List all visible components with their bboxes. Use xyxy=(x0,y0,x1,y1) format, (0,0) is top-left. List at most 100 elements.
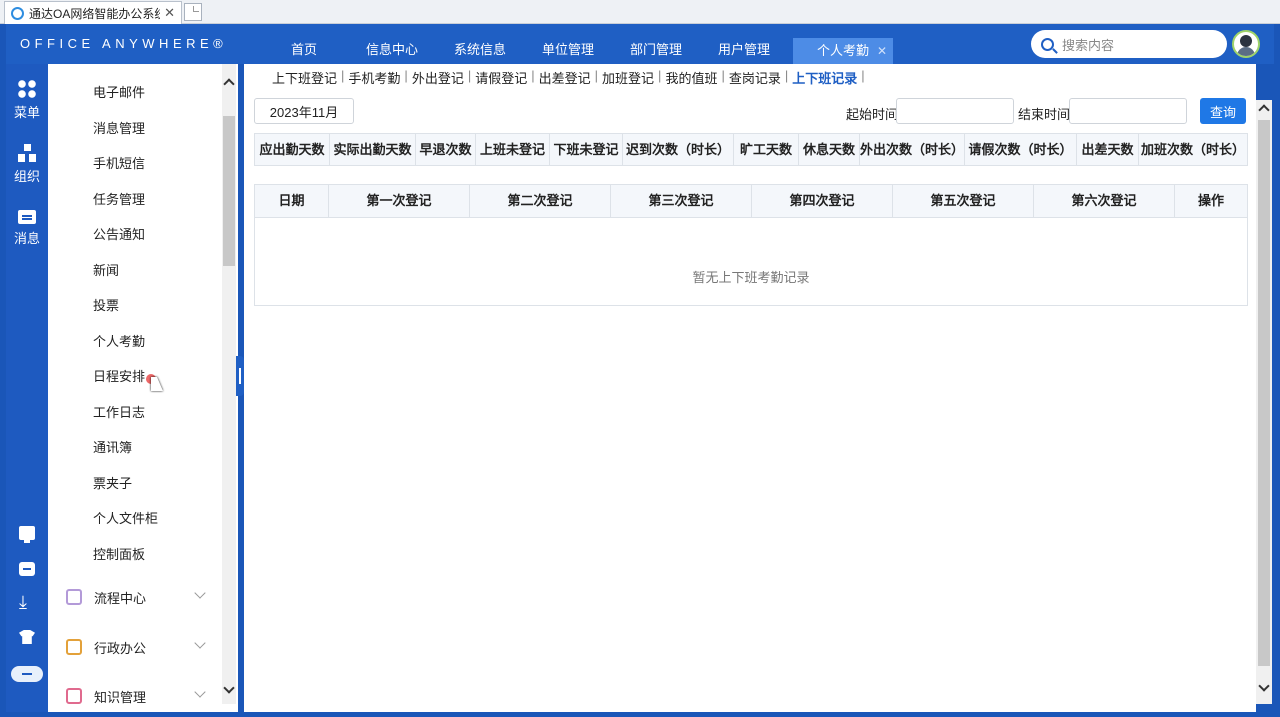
stat-header: 应出勤天数 xyxy=(255,134,330,165)
end-time-input[interactable] xyxy=(1069,98,1187,124)
search-input[interactable]: 搜索内容 xyxy=(1031,30,1227,58)
subtab-outing[interactable]: 外出登记 xyxy=(410,68,466,87)
chevron-down-icon xyxy=(194,587,206,599)
menu-item-attendance[interactable]: 个人考勤 xyxy=(93,331,145,350)
month-selector[interactable]: 2023年11月 xyxy=(254,98,354,124)
scroll-up-icon[interactable] xyxy=(1258,104,1270,116)
workflow-icon xyxy=(66,589,82,605)
menu-item-ticket-folder[interactable]: 票夹子 xyxy=(93,473,132,492)
subtab-business-trip[interactable]: 出差登记 xyxy=(537,68,593,87)
left-icon-rail: 菜单 组织 消息 xyxy=(6,64,48,712)
monitor-icon[interactable] xyxy=(19,526,35,543)
close-icon[interactable]: ✕ xyxy=(877,38,887,64)
menu-item-address-book[interactable]: 通讯簿 xyxy=(93,437,132,456)
menu-item-task-manage[interactable]: 任务管理 xyxy=(93,189,145,208)
subtab-leave[interactable]: 请假登记 xyxy=(473,68,529,87)
menu-item-schedule[interactable]: 日程安排 xyxy=(93,366,145,385)
org-icon xyxy=(18,144,36,162)
document-icon[interactable] xyxy=(19,562,35,576)
content-scroll-thumb[interactable] xyxy=(1258,120,1270,666)
nav-tab-personal-attendance[interactable]: 个人考勤 ✕ xyxy=(793,38,893,64)
briefcase-icon xyxy=(66,639,82,655)
menu-group-label: 行政办公 xyxy=(94,640,147,656)
separator: | xyxy=(341,68,345,83)
rail-menu[interactable]: 菜单 xyxy=(6,80,48,121)
subtab-mobile-attendance[interactable]: 手机考勤 xyxy=(346,68,402,87)
nav-tab-label: 个人考勤 xyxy=(816,43,869,58)
nav-info-center[interactable]: 信息中心 xyxy=(348,24,436,64)
main-content: 上下班登记 | 手机考勤 | 外出登记 | 请假登记 | 出差登记 | 加班登记 | 我的值… xyxy=(244,64,1256,712)
stat-header: 上班未登记 xyxy=(476,134,550,165)
menu-group-knowledge[interactable]: 知识管理 xyxy=(66,684,226,708)
subtab-my-duty[interactable]: 我的值班 xyxy=(663,68,719,87)
grid-icon xyxy=(18,80,36,98)
download-icon[interactable] xyxy=(19,593,35,612)
ie-icon xyxy=(11,6,24,20)
sub-tabs: 上下班登记 | 手机考勤 | 外出登记 | 请假登记 | 出差登记 | 加班登记 | 我的值… xyxy=(270,68,867,87)
nav-system-info[interactable]: 系统信息 xyxy=(436,24,524,64)
menu-group-admin[interactable]: 行政办公 xyxy=(66,635,226,659)
column-header: 第三次登记 xyxy=(611,185,752,217)
attendance-stats-header: 应出勤天数 实际出勤天数 早退次数 上班未登记 下班未登记 迟到次数（时长） 旷… xyxy=(254,133,1248,166)
menu-item-file-cabinet[interactable]: 个人文件柜 xyxy=(93,508,158,527)
rail-menu-label: 菜单 xyxy=(13,105,40,120)
browser-tab[interactable]: 通达OA网络智能办公系统 ✕ xyxy=(4,1,182,24)
column-header: 第四次登记 xyxy=(752,185,893,217)
subtab-checkin[interactable]: 上下班登记 xyxy=(270,68,339,87)
subtab-attendance-records[interactable]: 上下班记录 xyxy=(790,68,859,87)
close-tab-icon[interactable]: ✕ xyxy=(164,5,175,21)
menu-item-email[interactable]: 电子邮件 xyxy=(93,82,145,101)
menu-item-work-log[interactable]: 工作日志 xyxy=(93,402,145,421)
avatar[interactable] xyxy=(1232,30,1260,58)
subtab-overtime[interactable]: 加班登记 xyxy=(600,68,656,87)
rail-message[interactable]: 消息 xyxy=(6,210,48,247)
new-tab-button[interactable] xyxy=(184,3,202,21)
rail-org[interactable]: 组织 xyxy=(6,144,48,185)
separator: | xyxy=(721,68,725,83)
nav-unit-manage[interactable]: 单位管理 xyxy=(524,24,612,64)
shirt-icon[interactable] xyxy=(19,630,35,644)
menu-scroll-thumb[interactable] xyxy=(223,116,235,266)
menu-item-notice[interactable]: 公告通知 xyxy=(93,224,145,243)
stat-header: 外出次数（时长） xyxy=(860,134,965,165)
knowledge-icon xyxy=(66,688,82,704)
stat-header: 下班未登记 xyxy=(550,134,623,165)
stat-header: 迟到次数（时长） xyxy=(623,134,734,165)
chevron-down-icon xyxy=(194,686,206,698)
stat-header: 出差天数 xyxy=(1077,134,1139,165)
column-header: 日期 xyxy=(255,185,329,217)
stat-header: 实际出勤天数 xyxy=(330,134,416,165)
scroll-down-icon[interactable] xyxy=(223,682,235,694)
separator: | xyxy=(467,68,472,83)
empty-state-text: 暂无上下班考勤记录 xyxy=(692,270,810,285)
query-button[interactable]: 查询 xyxy=(1200,98,1246,124)
logo: OFFICE ANYWHERE® xyxy=(20,36,228,51)
menu-item-sms[interactable]: 手机短信 xyxy=(93,153,145,172)
browser-tab-strip: 通达OA网络智能办公系统 ✕ xyxy=(0,0,1280,24)
column-header: 操作 xyxy=(1197,193,1224,208)
separator: | xyxy=(531,68,535,83)
stat-header: 早退次数 xyxy=(416,134,476,165)
nav-dept-manage[interactable]: 部门管理 xyxy=(612,24,700,64)
mouse-cursor-icon xyxy=(146,374,163,395)
separator: | xyxy=(784,68,789,83)
menu-item-control-panel[interactable]: 控制面板 xyxy=(93,544,145,563)
column-header: 第六次登记 xyxy=(1034,185,1175,217)
top-nav: 首页 信息中心 系统信息 单位管理 部门管理 用户管理 个人考勤 ✕ xyxy=(260,24,893,64)
subtab-post-check[interactable]: 查岗记录 xyxy=(727,68,783,87)
scroll-up-icon[interactable] xyxy=(223,78,235,90)
menu-scrollbar[interactable] xyxy=(222,64,236,704)
chevron-down-icon xyxy=(194,637,206,649)
menu-item-news[interactable]: 新闻 xyxy=(93,260,119,279)
content-scrollbar[interactable] xyxy=(1256,100,1272,704)
menu-group-workflow[interactable]: 流程中心 xyxy=(66,585,226,609)
menu-item-vote[interactable]: 投票 xyxy=(93,295,119,314)
menu-item-message-manage[interactable]: 消息管理 xyxy=(93,118,145,137)
nav-home[interactable]: 首页 xyxy=(260,24,348,64)
rail-collapse-toggle[interactable] xyxy=(11,666,43,682)
nav-user-manage[interactable]: 用户管理 xyxy=(700,24,788,64)
scroll-down-icon[interactable] xyxy=(1258,680,1270,692)
menu-collapse-handle[interactable] xyxy=(236,356,244,396)
end-time-label: 结束时间 xyxy=(1018,107,1071,122)
start-time-input[interactable] xyxy=(896,98,1014,124)
